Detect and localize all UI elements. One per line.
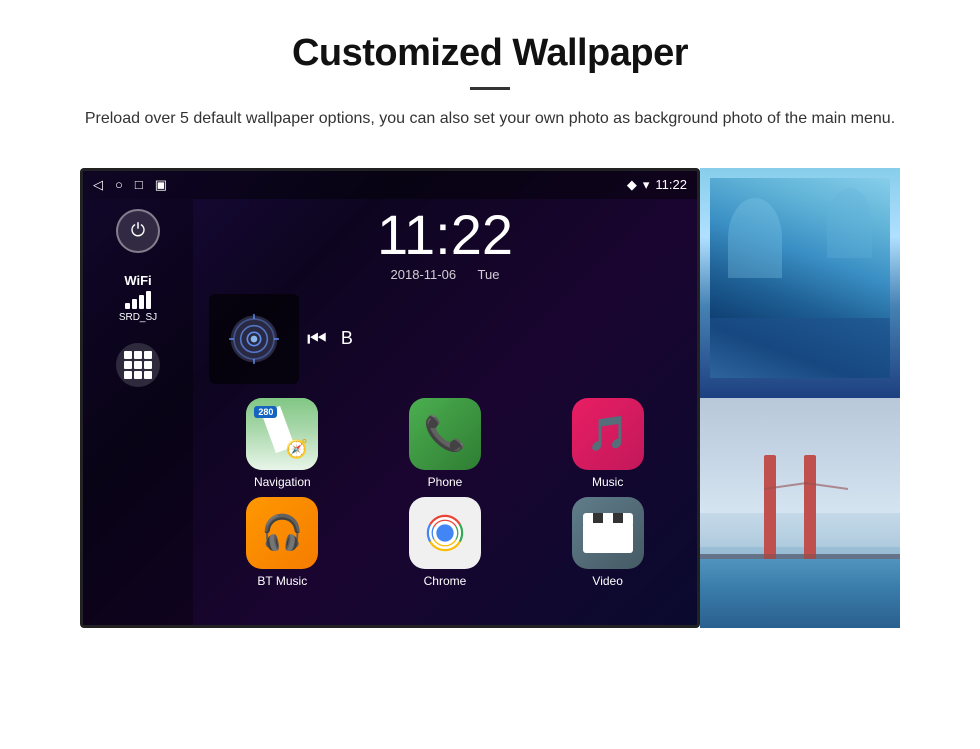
center-content: 11:22 2018-11-06 Tue [193, 199, 697, 625]
power-button[interactable]: ⏻ [116, 209, 160, 253]
car-setting-label: CarSetting [700, 668, 900, 682]
bluetooth-symbol-icon: 🎧 [261, 513, 303, 553]
video-icon [572, 497, 644, 569]
right-panel: CarSetting [700, 168, 900, 628]
page-header: Customized Wallpaper Preload over 5 defa… [0, 0, 980, 148]
bt-music-label: BT Music [257, 574, 307, 588]
status-bar-left: ◁ ○ □ ▣ [93, 177, 167, 193]
app-item-music[interactable]: 🎵 Music [530, 398, 685, 489]
main-content: ◁ ○ □ ▣ ◆ ▾ 11:22 ⏻ WiFi [0, 148, 980, 648]
apps-grid-button[interactable] [116, 343, 160, 387]
wifi-bar-4 [146, 291, 151, 309]
photo-bottom-bridge [700, 398, 900, 628]
ice-formation [710, 178, 890, 378]
phone-icon: 📞 [409, 398, 481, 470]
phone-symbol: 📞 [424, 414, 466, 454]
media-controls: ⏮ B [307, 326, 353, 352]
clock-date: 2018-11-06 Tue [205, 267, 685, 282]
photo-top-ice-cave [700, 168, 900, 398]
wifi-bars [119, 291, 157, 309]
ice-cave-image [700, 168, 900, 398]
signal-icon [229, 314, 279, 364]
page-title: Customized Wallpaper [80, 32, 900, 75]
status-bar: ◁ ○ □ ▣ ◆ ▾ 11:22 [83, 171, 697, 199]
app-item-navigation[interactable]: 280 🧭 Navigation [205, 398, 360, 489]
phone-label: Phone [428, 475, 463, 489]
app-grid: 280 🧭 Navigation 📞 Phone [205, 398, 685, 588]
bridge-image [700, 398, 900, 628]
navigation-icon: 280 🧭 [246, 398, 318, 470]
screen-body: ⏻ WiFi SRD_SJ [83, 199, 697, 625]
app-item-bt-music[interactable]: 🎧 BT Music [205, 497, 360, 588]
app-item-phone[interactable]: 📞 Phone [368, 398, 523, 489]
app-item-chrome[interactable]: Chrome [368, 497, 523, 588]
music-icon: 🎵 [572, 398, 644, 470]
chrome-label: Chrome [424, 574, 467, 588]
title-divider [470, 87, 510, 90]
clapperboard-icon [583, 513, 633, 553]
wifi-network: SRD_SJ [119, 312, 157, 323]
app-item-video[interactable]: Video [530, 497, 685, 588]
bluetooth-indicator: B [341, 328, 353, 349]
wifi-bar-2 [132, 299, 137, 309]
music-note-icon: 🎵 [586, 414, 628, 454]
device-screen: ◁ ○ □ ▣ ◆ ▾ 11:22 ⏻ WiFi [80, 168, 700, 628]
back-icon[interactable]: ◁ [93, 177, 103, 193]
navigation-label: Navigation [254, 475, 311, 489]
prev-track-button[interactable]: ⏮ [307, 326, 327, 352]
wifi-label: WiFi [119, 273, 157, 288]
chrome-svg-icon [419, 507, 471, 559]
screenshot-icon[interactable]: ▣ [155, 177, 167, 193]
location-icon: ◆ [627, 177, 637, 193]
time-section: 11:22 2018-11-06 Tue [205, 207, 685, 282]
video-label: Video [592, 574, 622, 588]
nav-pin-icon: 🧭 [286, 439, 308, 460]
status-bar-right: ◆ ▾ 11:22 [627, 177, 687, 193]
music-label: Music [592, 475, 623, 489]
chrome-icon [409, 497, 481, 569]
wifi-bar-3 [139, 295, 144, 309]
wifi-icon: ▾ [643, 177, 650, 193]
power-icon: ⏻ [131, 220, 145, 241]
home-icon[interactable]: ○ [115, 177, 123, 193]
page-subtitle: Preload over 5 default wallpaper options… [80, 106, 900, 132]
status-time: 11:22 [655, 177, 687, 192]
nav-badge: 280 [254, 406, 277, 418]
left-sidebar: ⏻ WiFi SRD_SJ [83, 199, 193, 625]
clock-time: 11:22 [205, 207, 685, 263]
grid-icon [124, 351, 152, 379]
wifi-widget: WiFi SRD_SJ [119, 273, 157, 323]
media-widget [209, 294, 299, 384]
wifi-bar-1 [125, 303, 130, 309]
recents-icon[interactable]: □ [135, 177, 143, 193]
bt-music-icon: 🎧 [246, 497, 318, 569]
media-row: ⏮ B [205, 294, 685, 384]
